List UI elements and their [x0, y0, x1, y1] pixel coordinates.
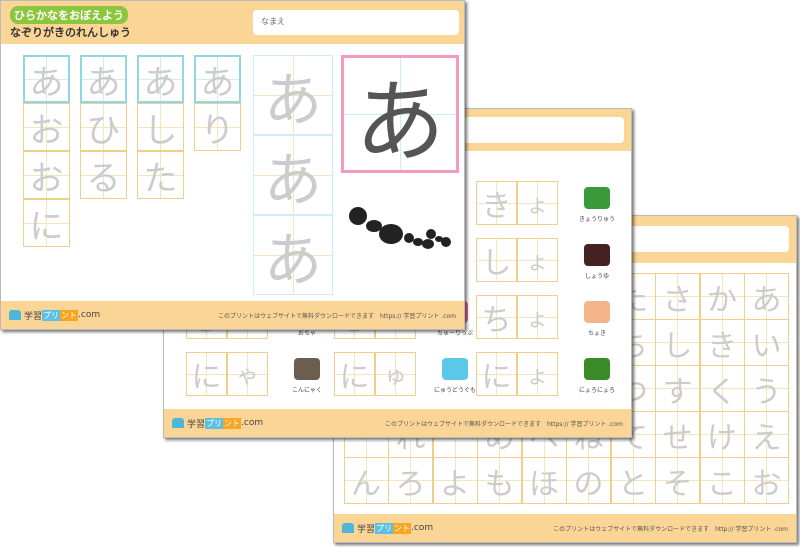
tracing-cell: ち — [476, 295, 517, 339]
name-input[interactable]: なまえ — [253, 10, 459, 35]
item-picture — [584, 301, 610, 323]
tracing-cell: そ — [655, 457, 700, 504]
site-logo: 学習 プリ ント .com — [172, 417, 263, 430]
sheet-footer: 学習 プリ ント .com このプリントはウェブサイトで無料ダウンロードできます ht… — [334, 514, 796, 542]
tracing-cell: う — [744, 365, 789, 412]
tracing-cell: し — [137, 103, 184, 151]
tracing-cell: の — [566, 457, 611, 504]
tracing-cell: お — [23, 103, 70, 151]
tracing-cell: よ — [432, 457, 478, 504]
tracing-cell: ょ — [517, 238, 558, 282]
item-label: しょうゆ — [584, 273, 609, 280]
tracing-cell: あ — [194, 55, 241, 103]
tracing-cell: に — [334, 352, 375, 396]
sheet-footer: 学習 プリ ント .com このプリントはウェブサイトで無料ダウンロードできます ht… — [1, 301, 464, 329]
tracing-cell: き — [476, 181, 517, 225]
tracing-cell: ろ — [388, 457, 433, 504]
tracing-cell: ょ — [517, 352, 558, 396]
tracing-cell: さ — [655, 273, 700, 320]
item-label: ちょき — [587, 330, 606, 337]
tracing-cell: お — [744, 457, 789, 504]
tracing-cell: も — [477, 457, 522, 504]
big-character-box: あ — [341, 55, 459, 175]
tracing-cell: あ — [744, 273, 789, 320]
tracing-cell: ょ — [517, 181, 558, 225]
tracing-cell: に — [476, 352, 517, 396]
footer-note: このプリントはウェブサイトで無料ダウンロードできます https:// 学習プリ… — [384, 420, 623, 428]
tracing-cell: た — [137, 151, 184, 199]
ants-illustration — [349, 207, 451, 249]
tracing-cell: し — [476, 238, 517, 282]
item-picture — [584, 358, 610, 380]
item-picture — [584, 187, 610, 209]
title-top: ひらかなをおぼえよう — [10, 6, 128, 24]
tracing-cell: え — [744, 411, 789, 458]
tracing-cell: あ — [137, 55, 184, 103]
tracing-cell: き — [699, 319, 745, 366]
tracing-cell: あ — [23, 55, 70, 103]
tracing-cell: こ — [699, 457, 745, 504]
item-label: にょろにょろ — [578, 387, 615, 394]
tracing-cell: に — [186, 352, 227, 396]
name-box — [464, 117, 624, 143]
tracing-cell: る — [80, 151, 127, 199]
footer-note: このプリントはウェブサイトで無料ダウンロードできます http:// 学習プリン… — [553, 525, 788, 533]
tracing-cell-large: あ — [253, 135, 333, 215]
tracing-cell: に — [23, 199, 70, 247]
sheet-footer: 学習 プリ ント .com このプリントはウェブサイトで無料ダウンロードできます ht… — [164, 409, 631, 437]
item-label: こんにゃく — [291, 387, 322, 394]
tracing-cell: け — [699, 411, 745, 458]
tracing-cell: か — [699, 273, 745, 320]
worksheet-a: ひらかなをおぼえよう なぞりがきのれんしゅう なまえ あおおにあひるあしたありあ… — [0, 0, 465, 330]
tracing-cell-large: あ — [253, 215, 333, 295]
tracing-cell: す — [655, 365, 700, 412]
tracing-cell: あ — [80, 55, 127, 103]
tracing-cell: ょ — [517, 295, 558, 339]
tracing-cell: ひ — [80, 103, 127, 151]
site-logo: 学習 プリ ント .com — [342, 522, 433, 535]
item-label: きょうりゅう — [578, 216, 615, 223]
tracing-cell: お — [23, 151, 70, 199]
tracing-cell: ゅ — [375, 352, 416, 396]
item-picture — [584, 244, 610, 266]
tracing-cell: せ — [655, 411, 700, 458]
footer-note: このプリントはウェブサイトで無料ダウンロードできます https:// 学習プリ… — [217, 312, 456, 320]
tracing-cell: と — [610, 457, 656, 504]
title-bottom: なぞりがきのれんしゅう — [10, 26, 131, 39]
site-logo: 学習 プリ ント .com — [9, 309, 100, 322]
item-picture — [294, 358, 320, 380]
tracing-cell: り — [194, 103, 241, 151]
tracing-cell: く — [699, 365, 745, 412]
tracing-cell: い — [744, 319, 789, 366]
tracing-cell: ゃ — [227, 352, 268, 396]
tracing-cell-large: あ — [253, 55, 333, 135]
item-picture — [442, 358, 468, 380]
tracing-cell: ん — [343, 457, 389, 504]
tracing-cell: し — [655, 319, 700, 366]
tracing-cell: ほ — [521, 457, 567, 504]
